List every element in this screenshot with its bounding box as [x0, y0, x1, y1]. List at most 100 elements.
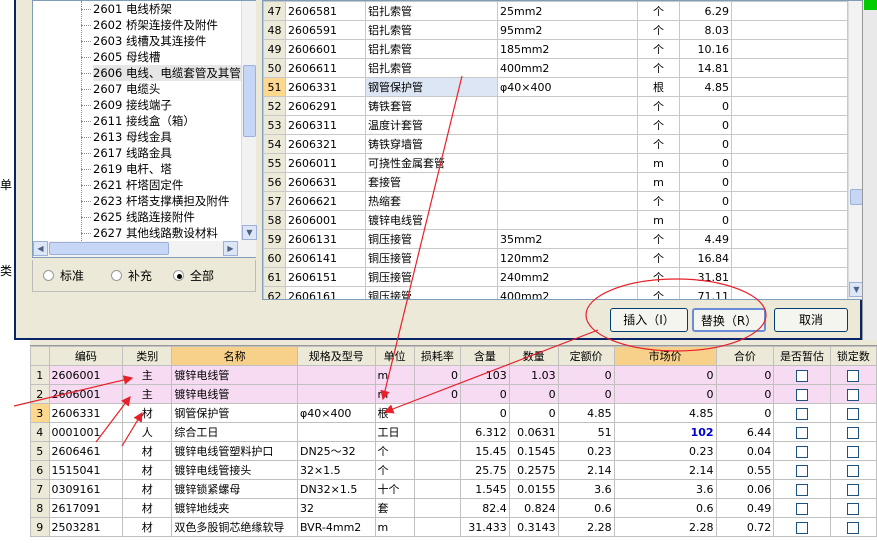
provisional-checkbox[interactable]: [796, 483, 808, 496]
provisional-checkbox[interactable]: [796, 426, 808, 439]
replace-button[interactable]: 替换（R）: [692, 308, 766, 332]
lock-checkbox[interactable]: [847, 369, 860, 382]
tree-scroll-down-icon[interactable]: ▼: [242, 225, 257, 240]
provisional-checkbox[interactable]: [796, 369, 808, 382]
grid-column-header[interactable]: 数量: [508, 346, 559, 366]
material-row[interactable]: 57 2606621 热缩套 个 0: [263, 191, 848, 211]
material-unit: 个: [637, 286, 680, 299]
radio-all[interactable]: 全部: [173, 268, 214, 284]
cancel-button[interactable]: 取消: [774, 308, 848, 332]
grid-column-header[interactable]: 市场价: [613, 346, 717, 366]
material-row-number: 62: [263, 286, 286, 299]
provisional-checkbox[interactable]: [796, 521, 808, 534]
material-row-number: 51: [263, 77, 286, 97]
grid-column-header[interactable]: 名称: [171, 346, 298, 366]
grid-column-header[interactable]: 规格及型号: [296, 346, 376, 366]
material-list-table[interactable]: 47 2606581 铝扎索管 25mm2 个 6.29 48 2606591 铝扎索管 95mm…: [262, 0, 864, 300]
provisional-checkbox[interactable]: [796, 445, 808, 458]
lock-checkbox[interactable]: [847, 445, 860, 458]
grid-row[interactable]: 6 1515041 材镀锌电线管接头 32×1.5 个 25.75 0.2575 2.14 2.…: [30, 460, 877, 480]
resource-grid[interactable]: 编码 类别 名称 规格及型号 单位 损耗率 含量 数量 定额价 市场价 合价 是否暂估 锁定数 1 260…: [30, 345, 877, 543]
tree-item[interactable]: 2627 其他线路敷设材料: [33, 225, 241, 241]
grid-row[interactable]: 3 2606331 材钢管保护管 φ40×400 根 0 0 4.85 4.85 0: [30, 403, 877, 423]
material-row[interactable]: 61 2606151 铜压接管 240mm2 个 31.81: [263, 267, 848, 287]
tree-item[interactable]: 2623 杆塔支撑横担及附件: [33, 193, 241, 209]
grid-column-header[interactable]: 含量: [459, 346, 510, 366]
loss-rate: [413, 517, 461, 537]
material-row[interactable]: 60 2606141 铜压接管 120mm2 个 16.84: [263, 248, 848, 268]
lock-checkbox[interactable]: [847, 407, 860, 420]
grid-row[interactable]: 2 2606001 主镀锌电线管 m 0 0 0 0 0 0: [30, 384, 877, 404]
tree-item[interactable]: 2605 母线槽: [33, 49, 241, 65]
grid-column-header[interactable]: 编码: [48, 346, 124, 366]
grid-row[interactable]: 9 2503281 材双色多股铜芯绝缘软导 BVR-4mm2 m 31.433 0.3143…: [30, 517, 877, 537]
grid-column-header[interactable]: 单位: [374, 346, 415, 366]
radio-standard[interactable]: 标准: [43, 268, 84, 284]
material-unit: 个: [637, 1, 680, 21]
material-row[interactable]: 47 2606581 铝扎索管 25mm2 个 6.29: [263, 1, 848, 21]
tree-item-label: 2602 桥架连接件及附件: [93, 17, 218, 33]
category-tree[interactable]: 2601 电线桥架 2602 桥架连接件及附件 2603 线槽及其连接件 2605 母…: [32, 0, 257, 258]
grid-column-header[interactable]: 类别: [122, 346, 173, 366]
tree-item[interactable]: 2606 电线、电缆套管及其管: [33, 65, 241, 81]
material-row[interactable]: 52 2606291 铸铁套管 个 0: [263, 96, 848, 116]
tree-scroll-right-icon[interactable]: ▶: [223, 241, 238, 256]
provisional-checkbox[interactable]: [796, 464, 808, 477]
provisional-checkbox[interactable]: [796, 502, 808, 515]
material-unit: 个: [637, 134, 680, 154]
tree-item[interactable]: 2617 线路金具: [33, 145, 241, 161]
material-row[interactable]: 51 2606331 钢管保护管 φ40×400 根 4.85: [263, 77, 848, 97]
material-row[interactable]: 59 2606131 铜压接管 35mm2 个 4.49: [263, 229, 848, 249]
tree-item[interactable]: 2625 线路连接附件: [33, 209, 241, 225]
lock-checkbox[interactable]: [847, 464, 860, 477]
insert-button[interactable]: 插入（I）: [610, 308, 688, 332]
radio-supplement[interactable]: 补充: [111, 268, 152, 284]
quantity: 0: [508, 403, 559, 423]
tree-horizontal-scrollbar[interactable]: ◀ ▶: [33, 241, 256, 257]
tree-item[interactable]: 2611 接线盒（箱）: [33, 113, 241, 129]
tree-item[interactable]: 2603 线槽及其连接件: [33, 33, 241, 49]
material-row-number: 52: [263, 96, 286, 116]
material-row[interactable]: 48 2606591 铝扎索管 95mm2 个 8.03: [263, 20, 848, 40]
material-row[interactable]: 53 2606311 温度计套管 个 0: [263, 115, 848, 135]
material-row[interactable]: 62 2606161 铜压接管 400mm2 个 71.11: [263, 286, 848, 299]
tree-item-text: 桥架连接件及附件: [125, 18, 218, 32]
material-row[interactable]: 54 2606321 铸铁穿墙管 个 0: [263, 134, 848, 154]
grid-row[interactable]: 4 0001001 人综合工日 工日 6.312 0.0631 51 102 6.44: [30, 422, 877, 442]
grid-row[interactable]: 1 2606001 主镀锌电线管 m 0 103 1.03 0 0 0: [30, 365, 877, 385]
material-row[interactable]: 55 2606011 可挠性金属套管 m 0: [263, 153, 848, 173]
grid-column-header[interactable]: 损耗率: [413, 346, 461, 366]
material-row[interactable]: 50 2606611 铝扎索管 400mm2 个 14.81: [263, 58, 848, 78]
grid-row[interactable]: 7 0309161 材镀锌锁紧螺母 DN32×1.5 十个 1.545 0.0155 3.6 3…: [30, 479, 877, 499]
tree-scroll-thumb[interactable]: [243, 65, 256, 137]
lock-checkbox[interactable]: [847, 388, 860, 401]
tree-item[interactable]: 2607 电缆头: [33, 81, 241, 97]
grid-row[interactable]: 8 2617091 材镀锌地线夹 32 套 82.4 0.824 0.6 0.6 0.49: [30, 498, 877, 518]
material-row[interactable]: 56 2606631 套接管 m 0: [263, 172, 848, 192]
grid-row[interactable]: 5 2606461 材镀锌电线管塑料护口 DN25～32 个 15.45 0.1545 0.2…: [30, 441, 877, 461]
tree-vertical-scrollbar[interactable]: ▼: [241, 1, 257, 241]
tree-scroll-left-icon[interactable]: ◀: [33, 241, 48, 256]
tree-item[interactable]: 2613 母线金具: [33, 129, 241, 145]
lock-checkbox[interactable]: [847, 502, 860, 515]
provisional-checkbox[interactable]: [796, 407, 808, 420]
lock-checkbox[interactable]: [847, 483, 860, 496]
grid-column-header[interactable]: 是否暂估: [773, 346, 831, 366]
material-row[interactable]: 49 2606601 铝扎索管 185mm2 个 10.16: [263, 39, 848, 59]
tree-hscroll-thumb[interactable]: [49, 242, 169, 255]
tree-item-label: 2625 线路连接附件: [93, 209, 195, 225]
material-price: 14.81: [679, 58, 732, 78]
grid-column-header[interactable]: 合价: [715, 346, 775, 366]
lock-checkbox[interactable]: [847, 426, 860, 439]
grid-column-header[interactable]: 定额价: [557, 346, 615, 366]
tree-item[interactable]: 2609 接线端子: [33, 97, 241, 113]
provisional-checkbox[interactable]: [796, 388, 808, 401]
tree-item[interactable]: 2619 电杆、塔: [33, 161, 241, 177]
tree-item[interactable]: 2621 杆塔固定件: [33, 177, 241, 193]
tree-item[interactable]: 2601 电线桥架: [33, 1, 241, 17]
provisional-checkbox-cell: [773, 365, 831, 385]
material-row[interactable]: 58 2606001 镀锌电线管 m 0: [263, 210, 848, 230]
lock-checkbox[interactable]: [847, 521, 860, 534]
grid-column-header[interactable]: 锁定数: [829, 346, 877, 366]
tree-item[interactable]: 2602 桥架连接件及附件: [33, 17, 241, 33]
